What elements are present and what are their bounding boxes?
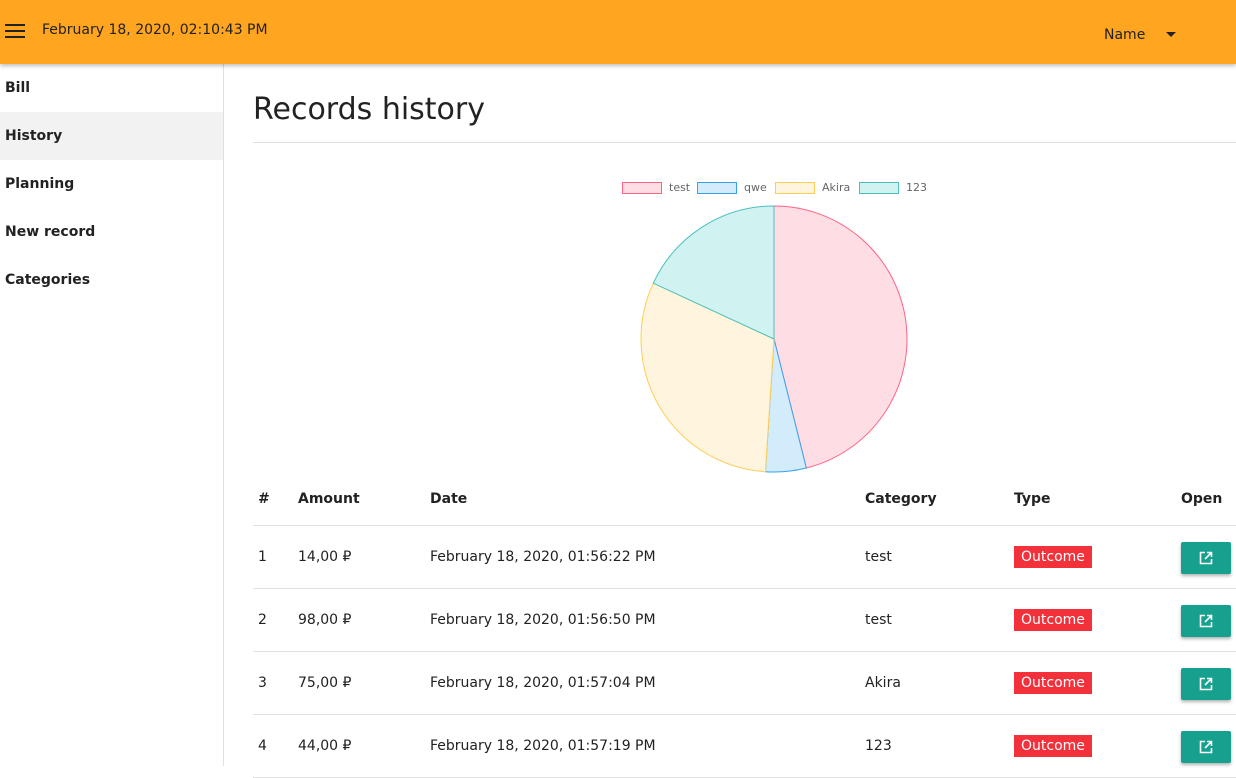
records-table: # Amount Date Category Type Open 1 14,00… xyxy=(253,485,1236,778)
row-date: February 18, 2020, 01:56:50 PM xyxy=(430,612,656,628)
open-in-new-icon xyxy=(1199,614,1213,628)
legend-label: Akira xyxy=(822,181,851,194)
header-category[interactable]: Category xyxy=(865,491,937,507)
open-in-new-icon xyxy=(1199,551,1213,565)
pie-chart xyxy=(640,205,908,473)
table-row: 1 14,00 ₽ February 18, 2020, 01:56:22 PM… xyxy=(253,526,1236,589)
caret-down-icon xyxy=(1166,32,1176,37)
row-amount: 98,00 ₽ xyxy=(298,612,352,628)
type-badge: Outcome xyxy=(1014,672,1092,694)
open-record-button[interactable] xyxy=(1181,668,1231,700)
title-divider xyxy=(253,142,1236,143)
current-datetime: February 18, 2020, 02:10:43 PM xyxy=(42,22,268,38)
sidebar-item-history[interactable]: History xyxy=(0,112,223,160)
user-menu-dropdown[interactable]: Name xyxy=(1104,24,1176,43)
row-date: February 18, 2020, 01:56:22 PM xyxy=(430,549,656,565)
table-row: 4 44,00 ₽ February 18, 2020, 01:57:19 PM… xyxy=(253,715,1236,778)
row-amount: 44,00 ₽ xyxy=(298,738,352,754)
row-number: 1 xyxy=(258,549,267,565)
row-date: February 18, 2020, 01:57:19 PM xyxy=(430,738,656,754)
sidebar-item-planning[interactable]: Planning xyxy=(0,160,223,208)
table-header: # Amount Date Category Type Open xyxy=(253,485,1236,526)
sidebar-item-categories[interactable]: Categories xyxy=(0,256,223,304)
sidebar-item-bill[interactable]: Bill xyxy=(0,64,223,112)
legend-label: qwe xyxy=(744,181,767,194)
row-number: 4 xyxy=(258,738,267,754)
row-category: test xyxy=(865,549,892,565)
legend-swatch xyxy=(775,182,815,194)
row-category: test xyxy=(865,612,892,628)
legend-swatch xyxy=(859,182,899,194)
row-category: 123 xyxy=(865,738,892,754)
open-in-new-icon xyxy=(1199,740,1213,754)
type-badge: Outcome xyxy=(1014,609,1092,631)
row-date: February 18, 2020, 01:57:04 PM xyxy=(430,675,656,691)
legend-swatch xyxy=(697,182,737,194)
row-number: 3 xyxy=(258,675,267,691)
header-amount[interactable]: Amount xyxy=(298,491,360,507)
header-date[interactable]: Date xyxy=(430,491,467,507)
sidebar: Bill History Planning New record Categor… xyxy=(0,64,224,766)
page-title: Records history xyxy=(253,92,486,127)
sidebar-item-new-record[interactable]: New record xyxy=(0,208,223,256)
legend-label: 123 xyxy=(906,181,927,194)
type-badge: Outcome xyxy=(1014,546,1092,568)
user-name: Name xyxy=(1104,27,1146,43)
row-number: 2 xyxy=(258,612,267,628)
row-category: Akira xyxy=(865,675,901,691)
table-row: 3 75,00 ₽ February 18, 2020, 01:57:04 PM… xyxy=(253,652,1236,715)
legend-swatch xyxy=(622,182,662,194)
top-app-bar: February 18, 2020, 02:10:43 PM Name xyxy=(0,0,1236,64)
hamburger-menu-icon[interactable] xyxy=(4,21,26,41)
open-record-button[interactable] xyxy=(1181,605,1231,637)
open-in-new-icon xyxy=(1199,677,1213,691)
table-row: 2 98,00 ₽ February 18, 2020, 01:56:50 PM… xyxy=(253,589,1236,652)
header-type[interactable]: Type xyxy=(1014,491,1051,507)
open-record-button[interactable] xyxy=(1181,731,1231,763)
open-record-button[interactable] xyxy=(1181,542,1231,574)
row-amount: 14,00 ₽ xyxy=(298,549,352,565)
row-amount: 75,00 ₽ xyxy=(298,675,352,691)
legend-label: test xyxy=(669,181,691,194)
header-open: Open xyxy=(1181,491,1223,507)
type-badge: Outcome xyxy=(1014,735,1092,757)
header-number: # xyxy=(258,491,270,507)
